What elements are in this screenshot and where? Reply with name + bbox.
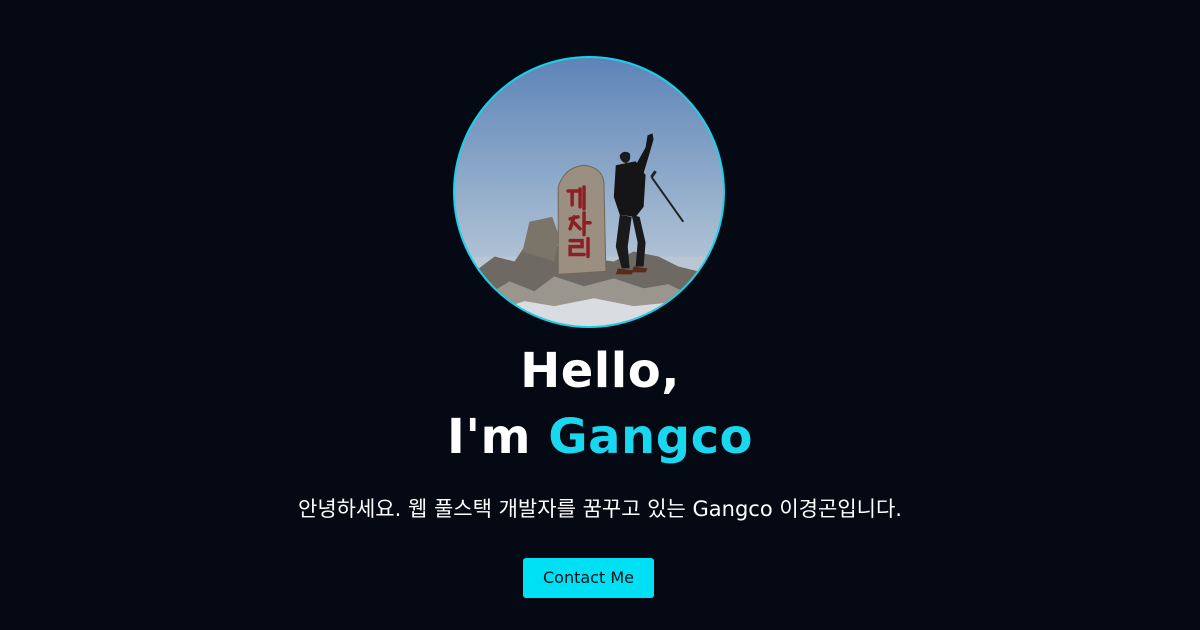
intro-text: 안녕하세요. 웹 풀스택 개발자를 꿈꾸고 있는 Gangco 이경곤입니다. bbox=[298, 497, 902, 521]
hero-section: Hello, I'm Gangco 안녕하세요. 웹 풀스택 개발자를 꿈꾸고 … bbox=[0, 0, 1200, 630]
mountain-summit-photo bbox=[455, 58, 723, 326]
greeting-line-hello: Hello, bbox=[520, 343, 680, 399]
profile-photo bbox=[453, 56, 725, 328]
greeting-prefix: I'm bbox=[446, 409, 549, 465]
greeting-name-highlight: Gangco bbox=[548, 409, 754, 465]
hero-greeting: Hello, I'm Gangco bbox=[0, 338, 1200, 470]
greeting-line-name: I'm Gangco bbox=[0, 404, 1200, 470]
contact-me-button[interactable]: Contact Me bbox=[523, 558, 654, 598]
